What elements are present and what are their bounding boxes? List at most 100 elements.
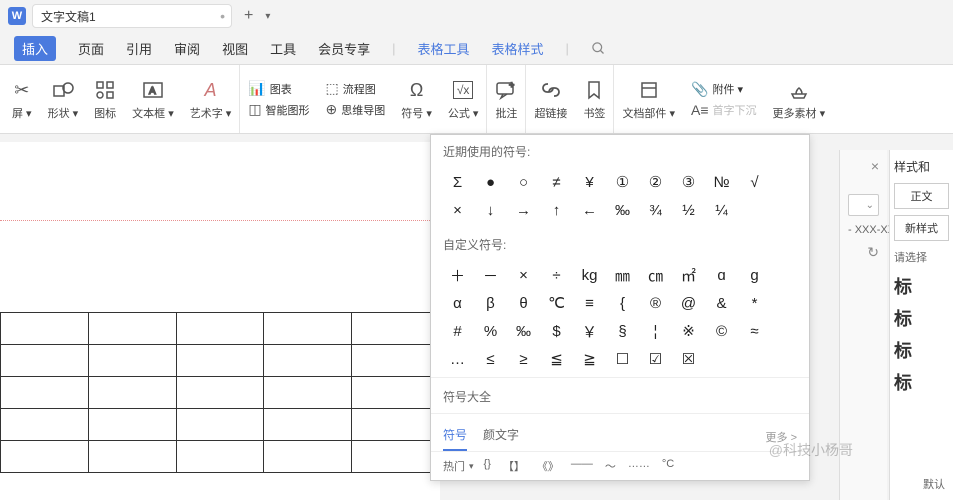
style-heading2[interactable]: 标	[894, 305, 949, 331]
symbol-cell[interactable]: ≤	[474, 345, 507, 373]
menu-table-tools[interactable]: 表格工具	[418, 39, 470, 58]
symbol-cell[interactable]: §	[606, 317, 639, 345]
symbol-quick[interactable]: ～	[605, 458, 616, 474]
symbol-cell[interactable]: kg	[573, 261, 606, 289]
symbol-cell[interactable]: ≦	[540, 345, 573, 373]
menu-reference[interactable]: 引用	[126, 39, 152, 58]
symbol-cell[interactable]: ≡	[573, 289, 606, 317]
symbol-cell[interactable]: ㎜	[606, 261, 639, 289]
symbol-cell[interactable]: ●	[474, 168, 507, 196]
symbol-cell[interactable]: ←	[573, 196, 606, 224]
symbol-cell[interactable]: ※	[672, 317, 705, 345]
symbol-cell[interactable]: ¾	[639, 196, 672, 224]
symbol-cell[interactable]: ‰	[606, 196, 639, 224]
wordart-button[interactable]: A艺术字 ▾	[182, 65, 241, 133]
symbol-cell[interactable]: ‰	[507, 317, 540, 345]
screenshot-button[interactable]: ✂屏 ▾	[4, 65, 40, 133]
symbol-cell[interactable]: ½	[672, 196, 705, 224]
search-icon[interactable]	[591, 40, 606, 57]
symbol-cell[interactable]: *	[738, 289, 771, 317]
symbol-cell[interactable]: √	[738, 168, 771, 196]
style-new[interactable]: 新样式	[894, 215, 949, 241]
symbol-quick[interactable]: °C	[662, 458, 674, 474]
symbol-cell[interactable]: ÷	[540, 261, 573, 289]
menu-table-style[interactable]: 表格样式	[492, 39, 544, 58]
symbol-quick[interactable]: 【】	[503, 458, 525, 474]
symbol-cell[interactable]: $	[540, 317, 573, 345]
symbol-cell[interactable]: {	[606, 289, 639, 317]
textbox-button[interactable]: A文本框 ▾	[124, 65, 182, 133]
menu-view[interactable]: 视图	[222, 39, 248, 58]
mindmap-button[interactable]: ⊕思维导图	[326, 101, 386, 118]
symbol-cell[interactable]: ②	[639, 168, 672, 196]
symbol-cell[interactable]: ©	[705, 317, 738, 345]
docpart-button[interactable]: 文档部件 ▾	[614, 65, 683, 133]
symbol-cell[interactable]: ≈	[738, 317, 771, 345]
symbol-quick[interactable]: ——	[571, 458, 593, 474]
menu-tools[interactable]: 工具	[270, 39, 296, 58]
symbol-cell[interactable]: №	[705, 168, 738, 196]
symbol-cell[interactable]: →	[507, 196, 540, 224]
symbol-cell[interactable]: %	[474, 317, 507, 345]
style-heading1[interactable]: 标	[894, 273, 949, 299]
symbol-cell[interactable]: ¥	[573, 168, 606, 196]
symbol-cell[interactable]: ¼	[705, 196, 738, 224]
symbol-button[interactable]: Ω符号 ▾	[393, 65, 440, 133]
menu-insert[interactable]: 插入	[14, 36, 56, 61]
symbol-cell[interactable]: ㎡	[672, 261, 705, 289]
menu-page[interactable]: 页面	[78, 39, 104, 58]
tab-emoji[interactable]: 颜文字	[483, 422, 519, 451]
symbol-cell[interactable]: ×	[441, 196, 474, 224]
symbol-cell[interactable]: ↑	[540, 196, 573, 224]
tab-symbol[interactable]: 符号	[443, 422, 467, 451]
document-table[interactable]	[0, 312, 440, 473]
symbol-cell[interactable]: …	[441, 345, 474, 373]
flowchart-button[interactable]: ⬚流程图	[326, 80, 386, 97]
symbol-cell[interactable]: ㎝	[639, 261, 672, 289]
symbol-cell[interactable]: Σ	[441, 168, 474, 196]
icon-button[interactable]: 图标	[86, 65, 124, 133]
symbol-cell[interactable]: ≠	[540, 168, 573, 196]
symbol-cell[interactable]: ↓	[474, 196, 507, 224]
symbol-cell[interactable]: ○	[507, 168, 540, 196]
smartart-button[interactable]: ◫智能图形	[248, 101, 309, 118]
document-tab[interactable]: 文字文稿1 •	[32, 4, 232, 28]
tab-close-icon[interactable]: •	[220, 8, 225, 24]
menu-review[interactable]: 审阅	[174, 39, 200, 58]
style-normal[interactable]: 正文	[894, 183, 949, 209]
symbol-cell[interactable]: －	[474, 261, 507, 289]
symbol-cell[interactable]: θ	[507, 289, 540, 317]
new-tab-button[interactable]: +	[238, 7, 259, 25]
symbol-cell[interactable]: ×	[507, 261, 540, 289]
symbol-cell[interactable]: ￥	[573, 317, 606, 345]
symbol-cell[interactable]: ③	[672, 168, 705, 196]
symbol-cell[interactable]: ≥	[507, 345, 540, 373]
symbol-cell[interactable]: @	[672, 289, 705, 317]
symbol-cell[interactable]: ®	[639, 289, 672, 317]
attachment-button[interactable]: 📎附件 ▾	[691, 81, 757, 98]
chart-button[interactable]: 📊图表	[248, 80, 309, 97]
symbol-cell[interactable]: ℃	[540, 289, 573, 317]
symbol-cell[interactable]: ɡ	[738, 261, 771, 289]
symbol-cell[interactable]: ☑	[639, 345, 672, 373]
symbol-cell[interactable]: ＋	[441, 261, 474, 289]
symbol-cell[interactable]: ☒	[672, 345, 705, 373]
symbol-cell[interactable]: ☐	[606, 345, 639, 373]
symbol-cell[interactable]: ɑ	[705, 261, 738, 289]
symbol-quick[interactable]: 《》	[537, 458, 559, 474]
symbol-cell[interactable]: #	[441, 317, 474, 345]
symbol-cell[interactable]: ¦	[639, 317, 672, 345]
more-button[interactable]: 更多素材 ▾	[765, 65, 834, 133]
symbol-cell[interactable]: ①	[606, 168, 639, 196]
hyperlink-button[interactable]: 超链接	[526, 65, 575, 133]
bookmark-button[interactable]: 书签	[575, 65, 614, 133]
menu-vip[interactable]: 会员专享	[318, 39, 370, 58]
refresh-icon[interactable]: ↻	[848, 244, 879, 261]
symbol-cell[interactable]: ≧	[573, 345, 606, 373]
comment-button[interactable]: +批注	[487, 65, 526, 133]
document-page[interactable]	[0, 142, 440, 500]
close-pane-icon[interactable]: ×	[848, 158, 879, 174]
symbol-cell[interactable]: &	[705, 289, 738, 317]
outline-select[interactable]: ⌄	[848, 194, 879, 216]
shape-button[interactable]: 形状 ▾	[40, 65, 87, 133]
